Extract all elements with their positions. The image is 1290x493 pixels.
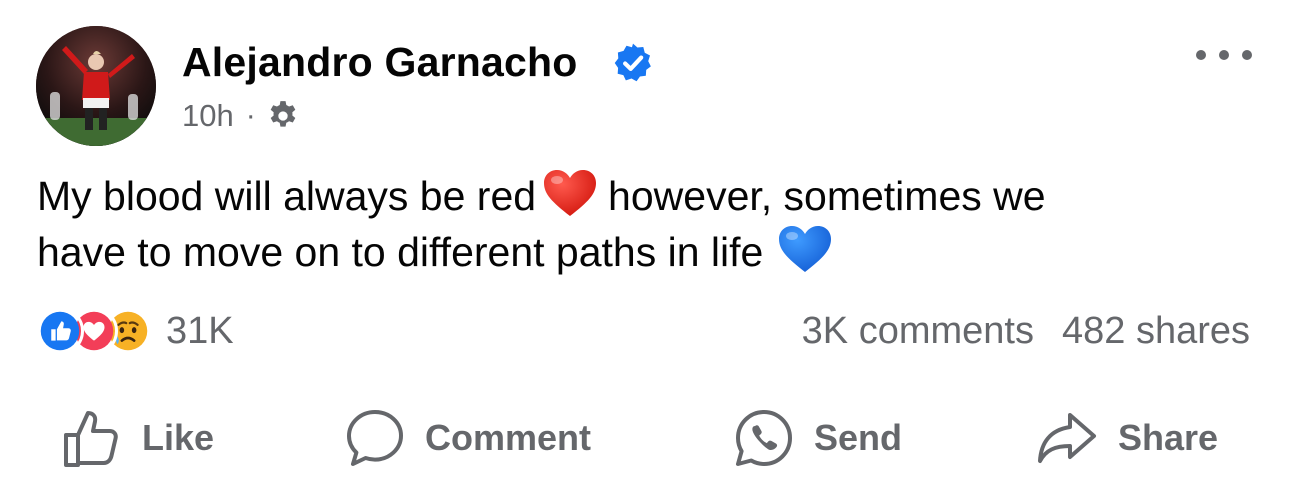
share-label: Share — [1118, 417, 1219, 458]
like-label: Like — [142, 417, 215, 458]
engagement-stats: 3K comments 482 shares — [802, 306, 1250, 356]
post-message-line-2: have to move on to different paths in li… — [37, 224, 1257, 280]
share-arrow-icon — [1038, 413, 1096, 463]
like-button[interactable]: Like — [62, 400, 214, 476]
like-reaction-icon — [36, 307, 84, 355]
reaction-summary[interactable]: 31K — [36, 305, 234, 357]
blue-heart-emoji — [779, 226, 832, 272]
whatsapp-icon — [736, 410, 792, 466]
send-label: Send — [814, 417, 903, 458]
share-button[interactable]: Share — [1036, 400, 1218, 476]
verified-badge-icon — [614, 43, 651, 82]
author-name[interactable]: Alejandro Garnacho — [182, 38, 577, 86]
shares-count-link[interactable]: 482 shares — [1062, 310, 1250, 353]
comments-count-link[interactable]: 3K comments — [802, 310, 1034, 353]
reaction-count: 31K — [166, 309, 234, 352]
send-button[interactable]: Send — [734, 400, 902, 476]
more-dot — [1242, 50, 1252, 60]
post-text-segment: My blood will always be red — [37, 173, 537, 219]
thumbs-up-icon — [64, 411, 118, 467]
comment-bubble-icon — [347, 410, 403, 466]
post-message: My blood will always be red however, som… — [37, 168, 1257, 280]
post-text-segment: have to move on to different paths in li… — [37, 229, 764, 275]
gear-icon[interactable] — [266, 99, 300, 133]
post-timestamp[interactable]: 10h — [182, 98, 234, 134]
action-bar: Like Comment Send Share — [0, 400, 1290, 476]
comment-button[interactable]: Comment — [345, 400, 591, 476]
more-options-button[interactable] — [1196, 40, 1252, 70]
meta-separator: · — [245, 99, 256, 132]
post-text-segment: however, sometimes we — [608, 173, 1046, 219]
author-avatar[interactable] — [36, 26, 156, 146]
post-meta: 10h · — [182, 96, 300, 136]
comment-label: Comment — [425, 417, 592, 458]
facebook-post: Alejandro Garnacho 10h · My blood will a… — [0, 0, 1290, 493]
post-message-line-1: My blood will always be red however, som… — [37, 168, 1257, 224]
more-dot — [1219, 50, 1229, 60]
red-heart-emoji — [544, 170, 597, 216]
avatar-photo — [36, 26, 156, 146]
more-dot — [1196, 50, 1206, 60]
